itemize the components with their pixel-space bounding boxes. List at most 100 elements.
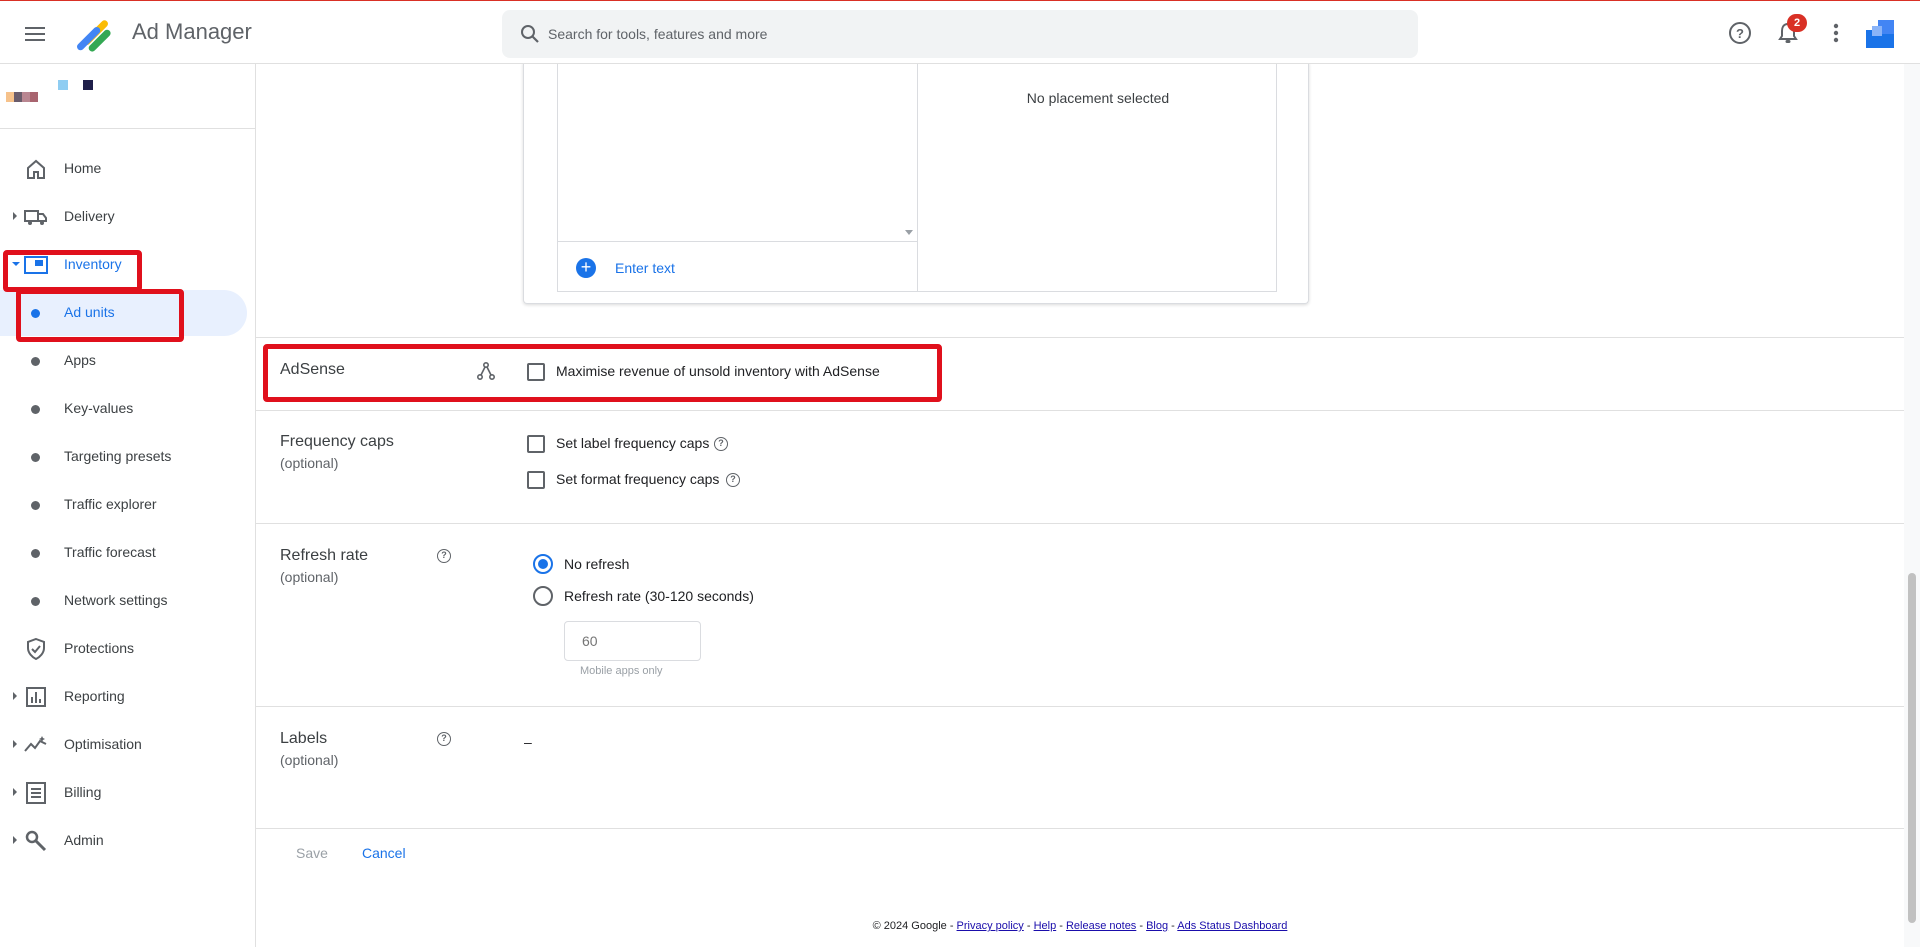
trending-icon [24, 736, 47, 752]
ads-status-dashboard-link[interactable]: Ads Status Dashboard [1177, 920, 1287, 932]
section-divider [256, 523, 1904, 524]
sidebar-item-targeting-presets[interactable]: Targeting presets [0, 434, 247, 480]
expand-caret-icon [13, 212, 17, 220]
section-divider [256, 706, 1904, 707]
section-divider [256, 410, 1904, 411]
bar-chart-icon [26, 687, 46, 707]
shield-icon [27, 638, 45, 660]
sidebar-item-home[interactable]: Home [0, 146, 247, 192]
expand-caret-icon [13, 692, 17, 700]
label-frequency-caps-checkbox[interactable] [527, 435, 545, 453]
save-button[interactable]: Save [296, 845, 328, 861]
sidebar-item-label: Traffic forecast [64, 544, 156, 560]
sidebar-item-label: Key-values [64, 400, 134, 416]
sidebar-item-label: Delivery [64, 208, 115, 224]
add-circle-icon: + [576, 258, 596, 278]
main-menu-button[interactable] [20, 19, 50, 49]
bullet-icon [31, 501, 40, 510]
no-refresh-label: No refresh [564, 556, 630, 572]
help-link[interactable]: Help [1034, 920, 1057, 932]
sidebar-item-label: Targeting presets [64, 448, 172, 464]
refresh-rate-subtitle: (optional) [280, 569, 339, 585]
search-input[interactable] [548, 10, 1388, 58]
bullet-icon [31, 549, 40, 558]
help-icon[interactable]: ? [714, 437, 728, 451]
placement-list-pane: + Enter text [558, 62, 918, 291]
sidebar-item-ad-units[interactable]: Ad units [0, 290, 247, 336]
help-icon[interactable]: ? [726, 473, 740, 487]
sidebar-item-optimisation[interactable]: Optimisation [0, 722, 247, 768]
bullet-icon [31, 309, 40, 318]
release-notes-link[interactable]: Release notes [1066, 920, 1136, 932]
sidebar-item-reporting[interactable]: Reporting [0, 674, 247, 720]
resize-handle-icon[interactable] [905, 230, 913, 235]
help-icon[interactable]: ? [437, 732, 451, 746]
sidebar-item-network-settings[interactable]: Network settings [0, 578, 247, 624]
inventory-icon [24, 256, 48, 274]
sidebar-item-admin[interactable]: Admin [0, 818, 247, 864]
sidebar-item-label: Reporting [64, 688, 125, 704]
placement-list[interactable] [558, 62, 917, 242]
billing-list-icon [26, 782, 46, 804]
bullet-icon [31, 357, 40, 366]
more-options-icon[interactable] [1822, 19, 1850, 47]
sidebar-item-traffic-forecast[interactable]: Traffic forecast [0, 530, 247, 576]
label-frequency-caps-label: Set label frequency caps [556, 435, 710, 451]
home-icon [27, 159, 45, 179]
adsense-checkbox[interactable] [527, 363, 545, 381]
sidebar-item-apps[interactable]: Apps [0, 338, 247, 384]
bullet-icon [31, 405, 40, 414]
wrench-icon [25, 830, 47, 852]
section-divider [256, 828, 1904, 829]
top-app-bar: Ad Manager ? 2 [0, 0, 1920, 64]
sidebar-item-delivery[interactable]: Delivery [0, 194, 247, 240]
adsense-title: AdSense [280, 361, 345, 378]
no-placement-message: No placement selected [1026, 90, 1170, 106]
sidebar-item-billing[interactable]: Billing [0, 770, 247, 816]
frequency-caps-title: Frequency caps [280, 433, 394, 450]
enter-text-label: Enter text [615, 260, 675, 276]
sidebar-item-label: Home [64, 160, 102, 176]
svg-text:?: ? [1736, 26, 1744, 41]
adsense-network-icon [476, 361, 496, 381]
cancel-button[interactable]: Cancel [362, 845, 406, 861]
placement-picker: + Enter text No placement selected [557, 62, 1277, 292]
truck-icon [24, 210, 47, 225]
refresh-rate-option-label: Refresh rate (30-120 seconds) [564, 588, 754, 604]
refresh-rate-hint: Mobile apps only [580, 665, 663, 677]
ad-manager-logo [77, 20, 111, 52]
bullet-icon [31, 453, 40, 462]
refresh-rate-input[interactable] [564, 621, 701, 661]
refresh-rate-radio[interactable] [533, 586, 553, 606]
scrollbar-thumb[interactable] [1908, 573, 1916, 923]
section-divider [256, 337, 1904, 338]
expand-caret-icon [13, 836, 17, 844]
footer-copyright: © 2024 Google - [872, 920, 957, 932]
network-selector[interactable] [6, 76, 96, 106]
format-frequency-caps-checkbox[interactable] [527, 471, 545, 489]
refresh-rate-title: Refresh rate [280, 547, 369, 564]
no-refresh-radio[interactable] [533, 554, 553, 574]
sidebar-item-label: Protections [64, 640, 135, 656]
labels-title: Labels [280, 730, 328, 747]
help-icon[interactable]: ? [437, 549, 451, 563]
sidebar-item-label: Apps [64, 352, 96, 368]
sidebar-item-inventory[interactable]: Inventory [0, 242, 247, 288]
sidebar-item-label: Optimisation [64, 736, 142, 752]
footer-separator: - [1023, 920, 1034, 932]
sidebar-item-key-values[interactable]: Key-values [0, 386, 247, 432]
footer: © 2024 Google - Privacy policy - Help - … [256, 920, 1904, 932]
search-bar[interactable] [502, 10, 1418, 58]
format-frequency-caps-label: Set format frequency caps [556, 471, 720, 487]
help-icon[interactable]: ? [1726, 19, 1754, 47]
blog-link[interactable]: Blog [1146, 920, 1168, 932]
placement-selector-card: + Enter text No placement selected [523, 62, 1309, 304]
account-avatar[interactable] [1866, 20, 1894, 48]
sidebar-item-label: Inventory [64, 256, 122, 272]
adsense-checkbox-label: Maximise revenue of unsold inventory wit… [556, 363, 880, 379]
frequency-caps-subtitle: (optional) [280, 455, 339, 471]
sidebar-item-traffic-explorer[interactable]: Traffic explorer [0, 482, 247, 528]
privacy-policy-link[interactable]: Privacy policy [957, 920, 1024, 932]
sidebar-item-protections[interactable]: Protections [0, 626, 247, 672]
sidebar-item-label: Network settings [64, 592, 168, 608]
